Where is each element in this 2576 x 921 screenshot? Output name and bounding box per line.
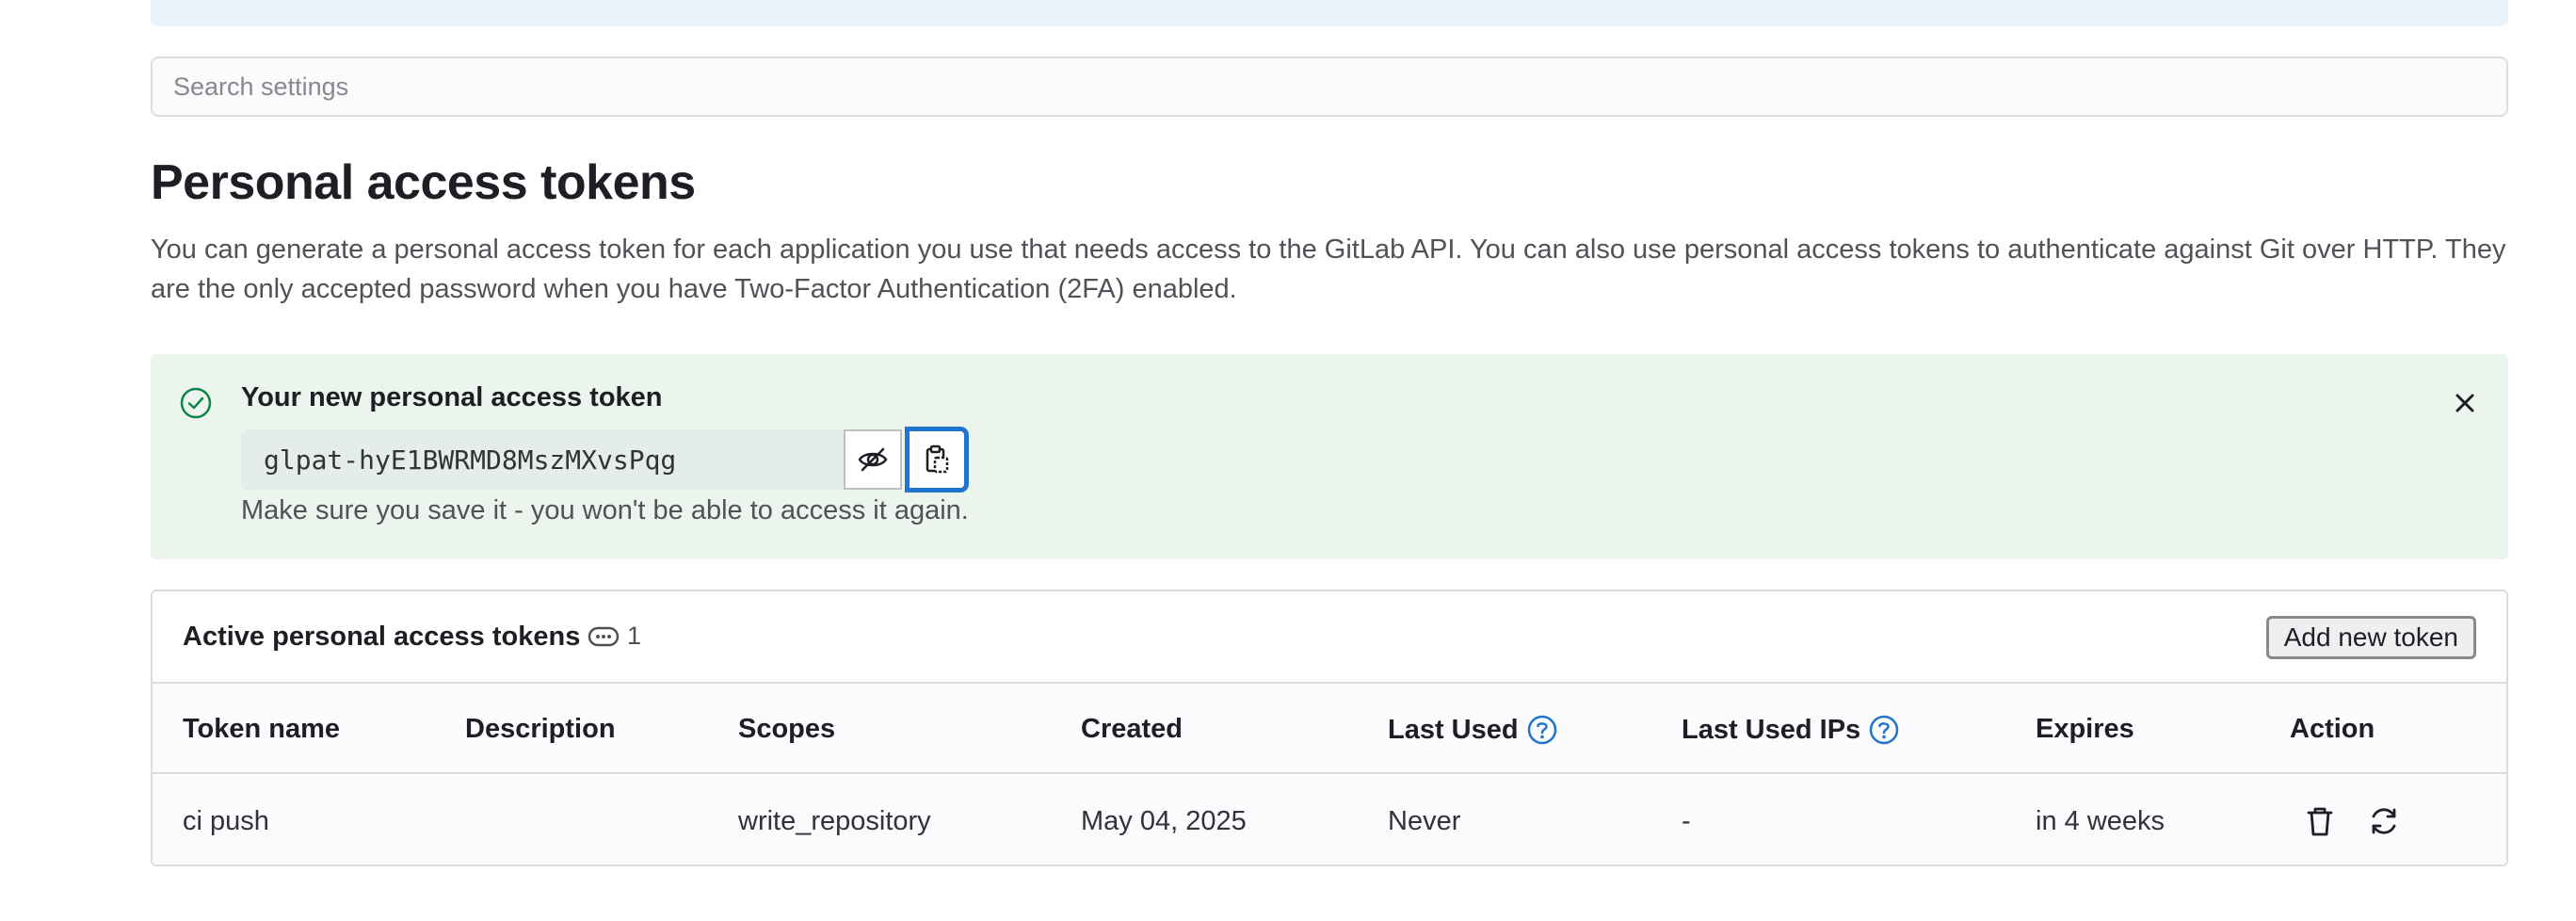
copy-clipboard-icon bbox=[926, 444, 949, 474]
toggle-visibility-button[interactable] bbox=[844, 429, 902, 490]
column-header-description[interactable]: Description bbox=[465, 714, 616, 745]
copy-token-button[interactable] bbox=[908, 429, 966, 490]
cell-expires: in 4 weeks bbox=[2036, 806, 2165, 836]
trash-icon[interactable] bbox=[2301, 802, 2339, 840]
search-settings-input[interactable]: Search settings bbox=[151, 57, 2508, 117]
column-header-last-used[interactable]: Last Used bbox=[1388, 714, 1558, 746]
page-description: You can generate a personal access token… bbox=[151, 234, 2506, 304]
settings-page: Search settings Personal access tokens Y… bbox=[0, 0, 2576, 921]
add-new-token-button[interactable]: Add new token bbox=[2265, 616, 2476, 659]
token-icon bbox=[588, 626, 620, 646]
token-value-field[interactable]: glpat-hyE1BWRMD8MszMXvsPqg bbox=[241, 429, 844, 490]
check-circle-icon bbox=[180, 387, 212, 419]
close-icon[interactable] bbox=[2450, 388, 2480, 418]
help-icon[interactable] bbox=[1526, 714, 1558, 746]
active-tokens-card: Active personal access tokens 1 Add new … bbox=[151, 590, 2508, 866]
info-banner bbox=[151, 0, 2508, 26]
column-header-last-used-ips[interactable]: Last Used IPs bbox=[1682, 714, 1900, 746]
new-token-alert: Your new personal access token glpat-hyE… bbox=[151, 354, 2508, 559]
card-title: Active personal access tokens bbox=[183, 622, 581, 652]
token-count: 1 bbox=[627, 622, 642, 650]
last-used-label: Last Used bbox=[1388, 714, 1519, 745]
cell-last-used: Never bbox=[1388, 806, 1461, 836]
cell-last-used-ips: - bbox=[1682, 806, 1691, 836]
alert-title: Your new personal access token bbox=[241, 382, 663, 412]
column-header-expires[interactable]: Expires bbox=[2036, 714, 2134, 745]
rotate-icon[interactable] bbox=[2365, 802, 2403, 840]
alert-note: Make sure you save it - you won't be abl… bbox=[241, 495, 969, 525]
last-used-ips-label: Last Used IPs bbox=[1682, 714, 1861, 745]
column-header-scopes[interactable]: Scopes bbox=[738, 714, 835, 745]
card-header: Active personal access tokens 1 Add new … bbox=[153, 591, 2506, 684]
token-count-badge: 1 bbox=[588, 622, 641, 651]
search-placeholder: Search settings bbox=[173, 72, 349, 101]
cell-created: May 04, 2025 bbox=[1081, 806, 1247, 836]
table-row: ci push write_repository May 04, 2025 Ne… bbox=[153, 776, 2506, 864]
cell-scopes: write_repository bbox=[738, 806, 931, 836]
column-header-created[interactable]: Created bbox=[1081, 714, 1183, 745]
page-title: Personal access tokens bbox=[151, 155, 696, 210]
token-value-group: glpat-hyE1BWRMD8MszMXvsPqg bbox=[241, 429, 966, 490]
cell-token-name: ci push bbox=[183, 806, 269, 836]
help-icon[interactable] bbox=[1868, 714, 1900, 746]
eye-slash-icon bbox=[858, 447, 888, 472]
token-value: glpat-hyE1BWRMD8MszMXvsPqg bbox=[264, 444, 677, 476]
column-header-token-name[interactable]: Token name bbox=[183, 714, 340, 745]
column-header-action: Action bbox=[2290, 714, 2375, 744]
table-header: Token name Description Scopes Created La… bbox=[153, 684, 2506, 774]
